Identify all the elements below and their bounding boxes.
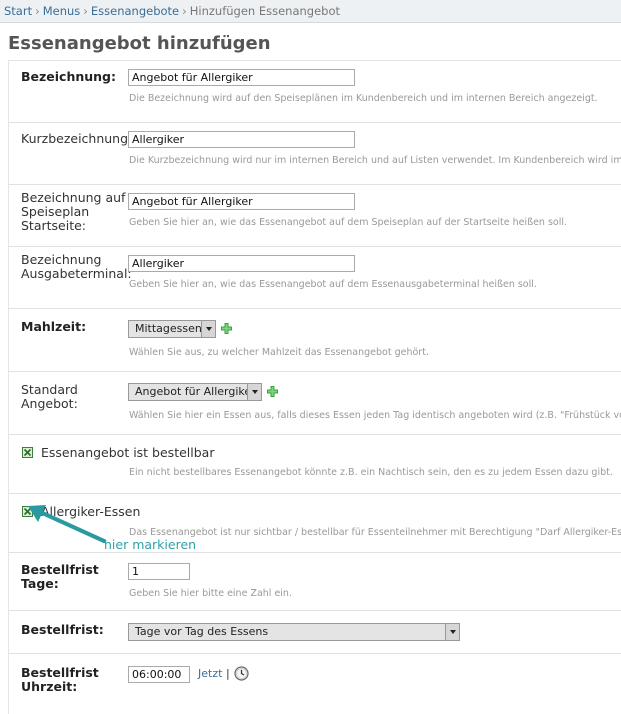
clock-icon[interactable] <box>234 666 249 681</box>
help-allergiker: Das Essenangebot ist nur sichtbar / best… <box>129 527 621 538</box>
label-mahlzeit: Mahlzeit: <box>21 319 87 334</box>
help-ausgabeterminal: Geben Sie hier an, wie das Essenangebot … <box>129 279 537 290</box>
bestellfrist-select[interactable]: Tage vor Tag des Essens <box>128 623 460 641</box>
breadcrumb-current: Hinzufügen Essenangebot <box>189 4 341 18</box>
label-kurzbezeichnung: Kurzbezeichnung: <box>21 131 133 146</box>
label-bestellfrist: Bestellfrist: <box>21 622 104 637</box>
mahlzeit-select[interactable]: Mittagessen <box>128 320 216 338</box>
row-bestellfrist: Bestellfrist: Tage vor Tag des Essens <box>9 611 621 654</box>
bestellfrist-tage-input[interactable]: 1 <box>128 563 190 580</box>
breadcrumb-start[interactable]: Start <box>4 4 32 18</box>
row-bestellfrist-tage: Bestellfrist Tage: 1 Geben Sie hier bitt… <box>9 553 621 611</box>
bestellfrist-uhrzeit-input[interactable]: 06:00:00 <box>128 666 190 683</box>
help-bestellbar: Ein nicht bestellbares Essenangebot könn… <box>129 467 613 478</box>
row-kurzbezeichnung: Kurzbezeichnung: Allergiker Die Kurzbeze… <box>9 123 621 185</box>
link-divider: | <box>226 667 230 680</box>
standard-select[interactable]: Angebot für Allergiker <box>128 383 262 401</box>
breadcrumb-essenangebote[interactable]: Essenangebote <box>91 4 179 18</box>
ausgabeterminal-input[interactable]: Allergiker <box>128 255 355 272</box>
page-title: Essenangebot hinzufügen <box>8 33 271 54</box>
row-speiseplan: Bezeichnung auf Speiseplan Startseite: A… <box>9 185 621 247</box>
help-speiseplan: Geben Sie hier an, wie das Essenangebot … <box>129 217 568 228</box>
help-mahlzeit: Wählen Sie aus, zu welcher Mahlzeit das … <box>129 347 429 358</box>
speiseplan-input[interactable]: Angebot für Allergiker <box>128 193 355 210</box>
breadcrumb-separator: › <box>83 4 88 18</box>
row-mahlzeit: Mahlzeit: Mittagessen Wählen Sie aus, zu… <box>9 309 621 372</box>
bestellfrist-selected: Tage vor Tag des Essens <box>135 625 269 638</box>
add-plus-icon[interactable] <box>221 323 232 334</box>
annotation-text: hier markieren <box>104 537 197 552</box>
row-bestellfrist-uhrzeit: Bestellfrist Uhrzeit: 06:00:00 Jetzt | <box>9 654 621 714</box>
label-standard: Standard Angebot: <box>21 382 78 411</box>
row-standard: Standard Angebot: Angebot für Allergiker… <box>9 372 621 435</box>
help-bestellfrist-tage: Geben Sie hier bitte eine Zahl ein. <box>129 588 292 599</box>
label-bestellbar: Essenangebot ist bestellbar <box>41 445 215 460</box>
label-bezeichnung: Bezeichnung: <box>21 69 116 84</box>
add-offer-form: Bezeichnung: Angebot für Allergiker Die … <box>8 60 621 714</box>
now-link[interactable]: Jetzt <box>198 667 222 680</box>
breadcrumb: Start › Menus › Essenangebote › Hinzufügen Ess… <box>0 0 621 23</box>
help-standard: Wählen Sie hier ein Essen aus, falls die… <box>129 410 621 421</box>
row-bestellbar: Essenangebot ist bestellbar Ein nicht be… <box>9 435 621 494</box>
bezeichnung-input[interactable]: Angebot für Allergiker <box>128 69 355 86</box>
label-bestellfrist-tage: Bestellfrist Tage: <box>21 562 99 591</box>
breadcrumb-separator: › <box>182 4 187 18</box>
bestellbar-checkbox[interactable] <box>22 447 33 458</box>
standard-selected: Angebot für Allergiker <box>135 385 256 398</box>
help-kurzbezeichnung: Die Kurzbezeichnung wird nur im internen… <box>129 155 621 166</box>
label-ausgabeterminal: Bezeichnung Ausgabeterminal: <box>21 252 132 281</box>
label-speiseplan: Bezeichnung auf Speiseplan Startseite: <box>21 190 126 233</box>
kurzbezeichnung-input[interactable]: Allergiker <box>128 131 355 148</box>
row-bezeichnung: Bezeichnung: Angebot für Allergiker Die … <box>9 61 621 123</box>
add-plus-icon[interactable] <box>267 386 278 397</box>
breadcrumb-menus[interactable]: Menus <box>43 4 81 18</box>
breadcrumb-separator: › <box>35 4 40 18</box>
label-bestellfrist-uhrzeit: Bestellfrist Uhrzeit: <box>21 665 99 694</box>
mahlzeit-selected: Mittagessen <box>135 322 202 335</box>
help-bezeichnung: Die Bezeichnung wird auf den Speisepläne… <box>129 93 598 104</box>
chevron-down-icon <box>201 321 215 337</box>
chevron-down-icon <box>247 384 261 400</box>
chevron-down-icon <box>445 624 459 640</box>
annotation-arrow-icon <box>28 505 106 543</box>
row-ausgabeterminal: Bezeichnung Ausgabeterminal: Allergiker … <box>9 247 621 309</box>
